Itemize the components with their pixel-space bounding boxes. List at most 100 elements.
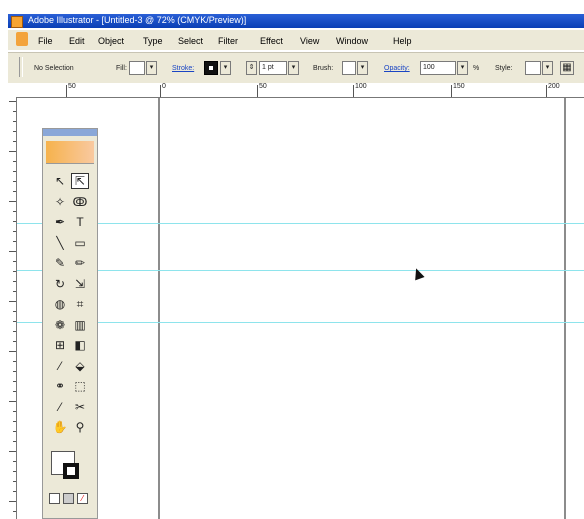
menu-type[interactable]: Type [143, 36, 163, 46]
ruler-tick [13, 131, 16, 132]
opacity-field[interactable]: 100 [420, 61, 456, 75]
slice-tool[interactable]: ⁄ [51, 399, 69, 415]
lasso-tool[interactable]: ↂ [71, 194, 89, 210]
ruler-label: 50 [259, 83, 267, 90]
ruler-tick [13, 461, 16, 462]
menu-file[interactable]: File [38, 36, 53, 46]
menu-edit[interactable]: Edit [69, 36, 85, 46]
free-transform-tool[interactable]: ⌗ [71, 296, 89, 312]
ruler-tick [9, 101, 16, 102]
fill-dropdown[interactable]: ▾ [146, 61, 157, 75]
ruler-tick [13, 321, 16, 322]
ruler-tick [13, 421, 16, 422]
menu-effect[interactable]: Effect [260, 36, 283, 46]
paintbrush-tool[interactable]: ✎ [51, 255, 69, 271]
stroke-color-swatch[interactable] [63, 463, 79, 479]
rectangle-tool[interactable]: ▭ [71, 235, 89, 251]
style-label: Style: [495, 65, 513, 72]
ruler-label: 150 [453, 83, 465, 90]
pencil-tool[interactable]: ✏ [71, 255, 89, 271]
ruler-tick [13, 471, 16, 472]
pen-tool[interactable]: ✒ [51, 214, 69, 230]
ruler-tick [451, 85, 452, 97]
ruler-tick [13, 261, 16, 262]
stroke-weight-stepper[interactable]: ⇕ [246, 61, 257, 75]
symbol-sprayer-tool[interactable]: ❁ [51, 317, 69, 333]
guide-line[interactable] [17, 223, 584, 224]
artboard-edge-right [564, 98, 566, 519]
opacity-label[interactable]: Opacity: [384, 65, 410, 72]
ruler-tick [13, 331, 16, 332]
guide-line[interactable] [17, 322, 584, 323]
ruler-label: 200 [548, 83, 560, 90]
gradient-mode-icon[interactable] [63, 493, 74, 504]
zoom-tool[interactable]: ⚲ [71, 419, 89, 435]
rotate-tool[interactable]: ↻ [51, 276, 69, 292]
guide-line[interactable] [17, 270, 584, 271]
tools-panel-titlebar[interactable] [43, 129, 97, 136]
style-swatch[interactable] [525, 61, 541, 75]
vertical-ruler[interactable] [8, 97, 17, 519]
stroke-dropdown[interactable]: ▾ [220, 61, 231, 75]
artboard-canvas[interactable] [17, 98, 584, 519]
ruler-tick [13, 241, 16, 242]
type-tool[interactable]: T [71, 214, 89, 230]
menu-filter[interactable]: Filter [218, 36, 238, 46]
line-tool[interactable]: ╲ [51, 235, 69, 251]
title-bar: Adobe Illustrator - [Untitled-3 @ 72% (C… [8, 14, 584, 28]
ruler-tick [9, 251, 16, 252]
scissors-tool[interactable]: ✂ [71, 399, 89, 415]
brush-field[interactable] [342, 61, 356, 75]
palette-grip[interactable] [19, 57, 23, 77]
ruler-tick [9, 451, 16, 452]
ruler-tick [13, 291, 16, 292]
ruler-tick [13, 371, 16, 372]
menu-select[interactable]: Select [178, 36, 203, 46]
ruler-tick [353, 85, 354, 97]
eyedropper-tool[interactable]: ⁄ [51, 358, 69, 374]
mesh-tool[interactable]: ⊞ [51, 337, 69, 353]
opacity-percent: % [473, 65, 480, 72]
ruler-tick [9, 151, 16, 152]
ruler-tick [13, 491, 16, 492]
warp-tool[interactable]: ◍ [51, 296, 69, 312]
illustrator-app-icon[interactable] [11, 16, 23, 28]
ruler-tick [546, 85, 547, 97]
stroke-label[interactable]: Stroke: [172, 65, 194, 72]
selection-tool[interactable]: ↖ [51, 173, 69, 189]
palette-menu-icon[interactable]: ▦ [560, 61, 574, 75]
direct-selection-tool[interactable]: ⇱ [71, 173, 89, 189]
menu-window[interactable]: Window [336, 36, 368, 46]
hand-tool[interactable]: ✋ [51, 419, 69, 435]
live-paint-selection-tool[interactable]: ⬚ [71, 378, 89, 394]
paint-bucket-tool[interactable]: ⬙ [71, 358, 89, 374]
ruler-tick [13, 281, 16, 282]
menu-bar: File Edit Object Type Select Filter Effe… [8, 30, 584, 50]
ruler-tick [13, 181, 16, 182]
gradient-tool[interactable]: ◧ [71, 337, 89, 353]
ruler-tick [13, 111, 16, 112]
graph-tool[interactable]: ▥ [71, 317, 89, 333]
document-menu-icon[interactable] [16, 32, 28, 46]
fill-swatch[interactable] [129, 61, 145, 75]
color-mode-icon[interactable] [49, 493, 60, 504]
horizontal-ruler[interactable]: 50 0 50 100 150 200 [8, 83, 584, 98]
stroke-swatch[interactable] [204, 61, 218, 75]
menu-object[interactable]: Object [98, 36, 124, 46]
menu-help[interactable]: Help [393, 36, 412, 46]
menu-view[interactable]: View [300, 36, 319, 46]
stroke-weight-dropdown[interactable]: ▾ [288, 61, 299, 75]
style-dropdown[interactable]: ▾ [542, 61, 553, 75]
brush-dropdown[interactable]: ▾ [357, 61, 368, 75]
illustrator-logo-icon[interactable] [46, 141, 94, 164]
opacity-dropdown[interactable]: ▾ [457, 61, 468, 75]
ruler-tick [13, 211, 16, 212]
tools-panel: ⁄ ↖ ⇱ ✧ ↂ ✒ T ╲ ▭ ✎ ✏ ↻ ⇲ ◍ ⌗ ❁ ▥ ⊞ ◧ ⁄ ⬙ ⚭ ⬚ ⁄ ✂ ✋ ⚲ [42, 128, 98, 519]
blend-tool[interactable]: ⚭ [51, 378, 69, 394]
none-mode-icon[interactable]: ⁄ [77, 493, 88, 504]
ruler-tick [13, 381, 16, 382]
stroke-weight-field[interactable]: 1 pt [259, 61, 287, 75]
scale-tool[interactable]: ⇲ [71, 276, 89, 292]
magic-wand-tool[interactable]: ✧ [51, 194, 69, 210]
ruler-tick [13, 121, 16, 122]
